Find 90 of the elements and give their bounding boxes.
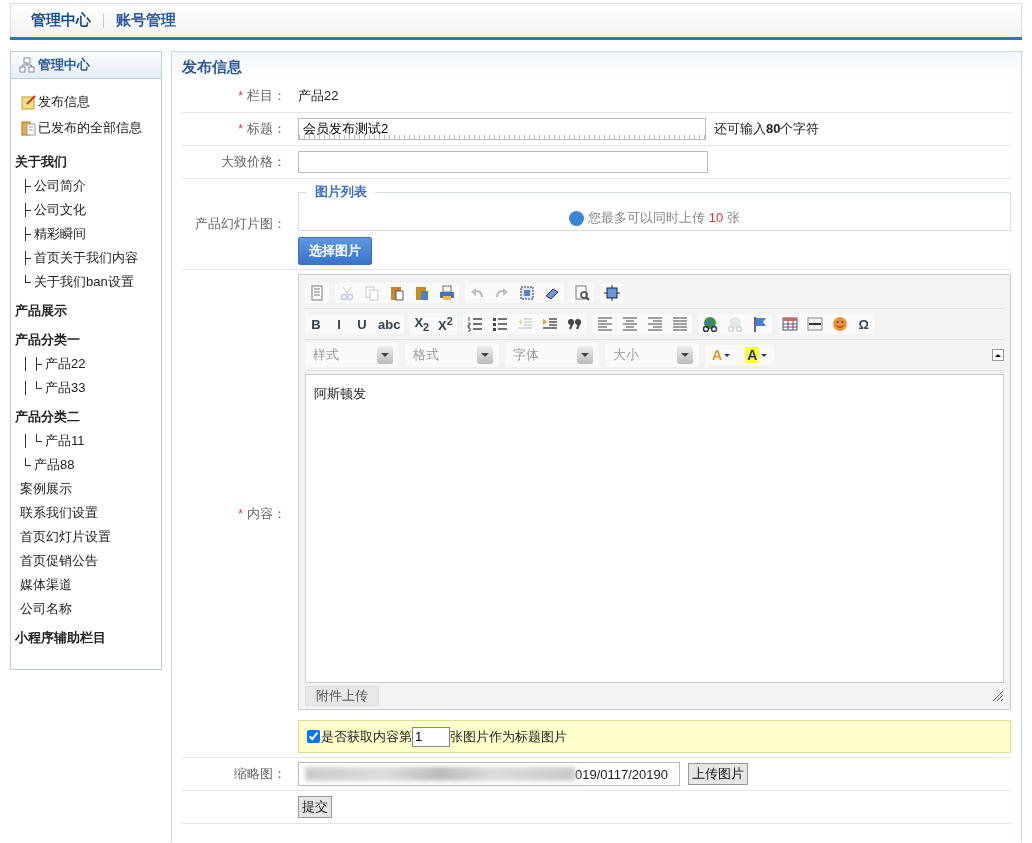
smiley-icon[interactable] — [831, 316, 848, 332]
attach-upload-button[interactable]: 附件上传 — [305, 686, 379, 706]
bulleted-list-icon[interactable] — [491, 316, 508, 332]
sidebar-item[interactable]: 精彩瞬间 — [34, 225, 86, 243]
format-button[interactable]: I — [332, 316, 346, 332]
select-images-button[interactable]: 选择图片 — [298, 237, 372, 265]
tree-line — [25, 458, 33, 466]
upload-image-button[interactable]: 上传图片 — [688, 763, 748, 785]
indent-icon[interactable] — [541, 316, 558, 332]
resize-grip-icon[interactable] — [992, 690, 1004, 702]
sidebar-title: 管理中心 — [38, 56, 90, 74]
title-field[interactable]: 会员发布测试2 — [298, 118, 706, 140]
tree-line — [25, 179, 33, 193]
sidebar-item[interactable]: 首页关于我们内容 — [34, 249, 138, 267]
upload-notice: 您最多可以同时上传 10 张 — [588, 209, 740, 227]
tree-line — [25, 203, 33, 217]
use-image-checkbox[interactable] — [307, 730, 320, 743]
header-tab[interactable]: 账号管理 — [114, 11, 178, 30]
sidebar-item[interactable]: 首页促销公告 — [15, 549, 161, 573]
sidebar-item[interactable]: 产品11 — [45, 432, 85, 450]
flag-icon[interactable] — [751, 316, 768, 332]
price-field[interactable] — [298, 151, 708, 173]
justify-icon[interactable] — [671, 316, 688, 332]
printer-icon[interactable] — [439, 285, 455, 301]
option-label: 张图片作为标题图片 — [450, 727, 567, 746]
format-button[interactable]: abc — [378, 316, 401, 332]
editor-content[interactable]: 阿斯顿发 — [305, 374, 1004, 683]
format-button[interactable]: B — [309, 316, 323, 332]
required-mark: * — [238, 122, 243, 136]
sidebar-item[interactable]: 媒体渠道 — [15, 573, 161, 597]
align-right-icon[interactable] — [646, 316, 663, 332]
sidebar-item[interactable]: 联系我们设置 — [15, 501, 161, 525]
sidebar-section-heading[interactable]: 产品分类二 — [15, 400, 161, 429]
sidebar-item[interactable]: 公司简介 — [34, 177, 86, 195]
format-button[interactable]: U — [355, 316, 369, 332]
sidebar-item[interactable]: 产品33 — [45, 379, 86, 397]
tree-line — [36, 434, 44, 442]
field-label: 产品幻灯片图： — [195, 215, 286, 233]
header-tab[interactable]: 管理中心 — [29, 11, 93, 30]
sidebar-item[interactable]: 公司名称 — [15, 597, 161, 621]
submit-button[interactable]: 提交 — [298, 796, 332, 818]
sidebar-item[interactable]: 产品88 — [34, 456, 75, 474]
char-counter: 还可输入80个字符 — [714, 120, 820, 138]
format-button[interactable]: Ω — [856, 316, 871, 332]
option-label: 是否获取内容第 — [321, 727, 412, 746]
clipboard-icon[interactable] — [414, 285, 430, 301]
field-label: 标题： — [247, 120, 286, 138]
sidebar-section-heading[interactable]: 小程序辅助栏目 — [15, 621, 161, 650]
tree-line — [25, 251, 33, 265]
sidebar-section-heading[interactable]: 关于我们 — [15, 145, 161, 174]
magnifier-icon[interactable] — [574, 285, 590, 301]
tree-line — [36, 381, 44, 389]
format-button[interactable]: X$^{2}$ — [438, 314, 453, 334]
sidebar-item[interactable]: 关于我们ban设置 — [34, 273, 134, 291]
sidebar-item[interactable]: 首页幻灯片设置 — [15, 525, 161, 549]
sidebar-link[interactable]: 已发布的全部信息 — [38, 119, 142, 137]
field-label: 缩略图： — [234, 765, 286, 783]
document-icon[interactable] — [309, 285, 325, 301]
table-icon[interactable] — [781, 316, 798, 332]
collapse-toolbar-button[interactable] — [992, 349, 1004, 361]
pencil-note-icon — [21, 94, 37, 110]
field-value: 产品22 — [298, 87, 339, 105]
sidebar-section-heading[interactable]: 产品分类一 — [15, 323, 161, 352]
sidebar-item[interactable]: 公司文化 — [34, 201, 86, 219]
clipboard-icon[interactable] — [389, 285, 405, 301]
required-mark: * — [238, 506, 243, 521]
sitemap-icon — [19, 57, 35, 73]
quote-icon[interactable] — [566, 316, 583, 332]
field-label: 大致价格： — [221, 153, 286, 171]
thumbnail-path-field[interactable]: 019/0117/20190 — [298, 762, 680, 786]
tree-line — [25, 275, 33, 283]
image-number-field[interactable]: 1 — [412, 726, 450, 747]
sidebar-link[interactable]: 发布信息 — [38, 93, 90, 111]
align-left-icon[interactable] — [596, 316, 613, 332]
select-all-icon[interactable] — [519, 285, 535, 301]
required-mark: * — [238, 89, 243, 103]
numbered-list-icon[interactable] — [466, 316, 483, 332]
sidebar-item[interactable]: 案例展示 — [15, 477, 161, 501]
image-list-legend: 图片列表 — [307, 183, 375, 201]
sidebar-section-heading[interactable]: 产品展示 — [15, 294, 161, 323]
tree-line — [25, 227, 33, 241]
tree-line — [36, 357, 44, 371]
align-center-icon[interactable] — [621, 316, 638, 332]
link-icon[interactable] — [701, 316, 718, 332]
format-button[interactable]: X$_{2}$ — [414, 315, 430, 333]
folder-icon — [21, 120, 37, 136]
field-label: 内容： — [247, 504, 286, 523]
sidebar-item[interactable]: 产品22 — [45, 355, 86, 373]
maximize-icon[interactable] — [604, 285, 620, 301]
field-label: 栏目： — [247, 87, 286, 105]
